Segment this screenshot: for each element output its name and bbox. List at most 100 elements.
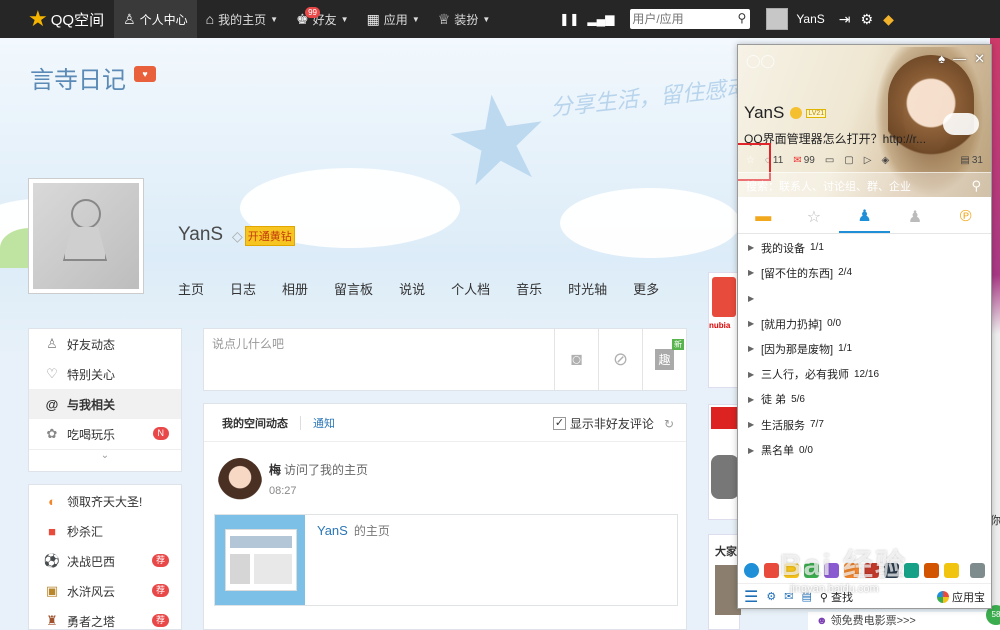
post-placeholder[interactable]: 说点儿什么吧 (212, 335, 284, 352)
contact-group[interactable]: ▶ 徒 弟 5/6 (738, 387, 991, 412)
tab-groups[interactable]: ♟ (890, 200, 941, 233)
top-actions: ⇥ ⚙ ◆ (839, 11, 894, 28)
vip-tag[interactable]: 开通黄钻 (244, 226, 295, 246)
contact-group[interactable]: ▶ 黑名单 0/0 (738, 437, 991, 462)
bottom-movie-ad[interactable]: ☻ 领免费电影票>>> (808, 612, 1000, 630)
contact-group[interactable]: ▶ 三人行，必有我师 12/16 (738, 361, 991, 386)
feed-link-card[interactable]: YanS 的主页 (214, 514, 678, 606)
attach-button[interactable]: ⊘ (598, 329, 642, 390)
profile-tab-timeline[interactable]: 时光轴 (568, 279, 607, 298)
diamond-icon[interactable]: ◆ (883, 11, 894, 28)
app-icon[interactable] (944, 562, 959, 578)
minimize-icon[interactable]: — (953, 51, 966, 67)
skin-icon[interactable]: ♠ (938, 51, 945, 67)
profile-tab-messages[interactable]: 留言板 (334, 279, 373, 298)
wallet-button[interactable]: ◈ (881, 155, 889, 166)
sidebar-item-related[interactable]: @ 与我相关 (29, 389, 181, 419)
profile-tab-more[interactable]: 更多 (633, 279, 659, 298)
qzone-logo[interactable]: ★ QQ空间 (0, 0, 114, 38)
user-avatar[interactable] (766, 8, 789, 30)
star-logo-icon: ★ (28, 6, 48, 31)
app-item-brazil[interactable]: ⚽ 决战巴西 荐 (29, 546, 181, 576)
contact-group[interactable]: ▶ [留不住的东西] 2/4 (738, 260, 991, 285)
main-menu-icon[interactable]: ☰ (744, 587, 758, 607)
ad-shoe[interactable] (708, 404, 740, 520)
contact-group[interactable]: ▶ [就用力扔掉] 0/0 (738, 311, 991, 336)
app-item-water-margin[interactable]: ▣ 水浒风云 荐 (29, 576, 181, 606)
app-icon[interactable] (764, 562, 779, 578)
chat-button[interactable]: ▭ (825, 155, 834, 166)
expand-more-button[interactable]: ⌄ (29, 449, 181, 467)
top-username[interactable]: YanS (796, 12, 824, 26)
mail-button[interactable]: ✉ 99 (793, 155, 815, 166)
blog-level-icon: ♥ (134, 66, 156, 82)
contact-group[interactable]: ▶ [因为那是废物] 1/1 (738, 336, 991, 361)
calendar-button[interactable]: ▤ 31 (960, 155, 983, 166)
app-icon[interactable] (924, 562, 939, 578)
tab-favorites[interactable]: ☆ (789, 200, 840, 233)
status-icon[interactable] (790, 107, 803, 119)
feed-card-owner[interactable]: YanS (317, 523, 348, 538)
app-item-tower[interactable]: ♜ 勇者之塔 荐 (29, 606, 181, 630)
contact-group[interactable]: ▶ (738, 286, 991, 311)
nav-friends[interactable]: ♚ 99 好友 ▼ (287, 0, 358, 38)
contact-group[interactable]: ▶ 生活服务 7/7 (738, 412, 991, 437)
app-icon[interactable] (744, 562, 759, 578)
profile-tab-home[interactable]: 主页 (178, 279, 204, 298)
ad-news[interactable]: 大家 (708, 534, 741, 630)
app-item-flash-sale[interactable]: ■ 秒杀汇 (29, 516, 181, 546)
app-store-button[interactable]: 应用宝 (937, 589, 985, 605)
weather-icon[interactable] (943, 113, 979, 135)
yellow-vip[interactable]: ◇ 开通黄钻 (232, 226, 295, 246)
profile-tab-profile[interactable]: 个人档 (451, 279, 490, 298)
folder-button[interactable]: ▢ (844, 155, 853, 166)
tab-spaces[interactable]: ℗ (940, 200, 991, 233)
gear-icon[interactable]: ⚙ (861, 11, 874, 28)
feed-user-avatar[interactable] (218, 458, 262, 506)
nav-apps[interactable]: ▦ 应用 ▼ (358, 0, 429, 38)
qq-search-input[interactable] (746, 175, 956, 198)
camera-button[interactable]: ◙ (554, 329, 598, 390)
profile-tab-music[interactable]: 音乐 (516, 279, 542, 298)
search-icon[interactable]: ⚲ (971, 178, 981, 194)
app-grid-icon[interactable] (970, 562, 985, 578)
signal-bars-icon[interactable]: ▂▄▆ (587, 12, 614, 26)
search-icon[interactable]: ⚲ (738, 11, 747, 25)
qzone-star-button[interactable]: ☆ (738, 142, 771, 181)
tab-contacts[interactable]: ♟ (839, 200, 890, 233)
ad-phone[interactable]: nubia (708, 272, 740, 388)
nav-my-home[interactable]: ⌂ 我的主页 ▼ (197, 0, 287, 38)
qq-name-text[interactable]: YanS (744, 103, 784, 123)
profile-avatar[interactable] (28, 178, 144, 294)
video-button[interactable]: ▷ (864, 155, 872, 166)
sidebar-item-food[interactable]: ✿ 吃喝玩乐 N (29, 419, 181, 449)
nav-dressup[interactable]: ♕ 装扮 ▼ (429, 0, 500, 38)
sidebar-item-friend-feed[interactable]: ♙ 好友动态 (29, 329, 181, 359)
profile-tab-blog[interactable]: 日志 (230, 279, 256, 298)
calendar-count: 31 (971, 154, 983, 166)
contact-group[interactable]: ▶ 我的设备 1/1 (738, 235, 991, 260)
qq-signature[interactable]: QQ界面管理器怎么打开？http://r... (744, 130, 926, 147)
refresh-icon[interactable]: ↻ (664, 417, 674, 431)
feed-user-name[interactable]: 梅 (269, 463, 281, 477)
qq-header: ◯◯ ♠ — ✕ YanS LV21 QQ界面管理器怎么打开？http://r.… (738, 45, 991, 200)
tab-messages[interactable]: ▬ (738, 200, 789, 233)
close-icon[interactable]: ✕ (974, 51, 985, 67)
logout-icon[interactable]: ⇥ (839, 11, 851, 28)
pause-icon[interactable]: ❚❚ (559, 12, 579, 26)
top-search-input[interactable] (630, 9, 731, 29)
app-item-monkey-king[interactable]: ◐ 领取齐天大圣! (29, 486, 181, 516)
tab-notifications[interactable]: 通知 (313, 415, 335, 431)
sidebar-item-special-care[interactable]: ♡ 特别关心 (29, 359, 181, 389)
nav-label: 我的主页 (218, 12, 267, 27)
level-badge[interactable]: LV21 (806, 108, 827, 118)
group-count: 2/4 (838, 267, 853, 279)
show-nonfriend-checkbox[interactable]: ✓ (552, 417, 566, 430)
settings-icon[interactable]: ⚙ (766, 590, 776, 603)
post-composer[interactable]: 说点儿什么吧 ◙ ⊘ 趣 新 (203, 328, 687, 391)
nav-personal-center[interactable]: ♙ 个人中心 (114, 0, 197, 38)
fun-button[interactable]: 趣 新 (642, 329, 686, 390)
profile-tab-album[interactable]: 相册 (282, 279, 308, 298)
tab-my-feed[interactable]: 我的空间动态 (222, 415, 288, 431)
profile-tab-shuoshuo[interactable]: 说说 (399, 279, 425, 298)
